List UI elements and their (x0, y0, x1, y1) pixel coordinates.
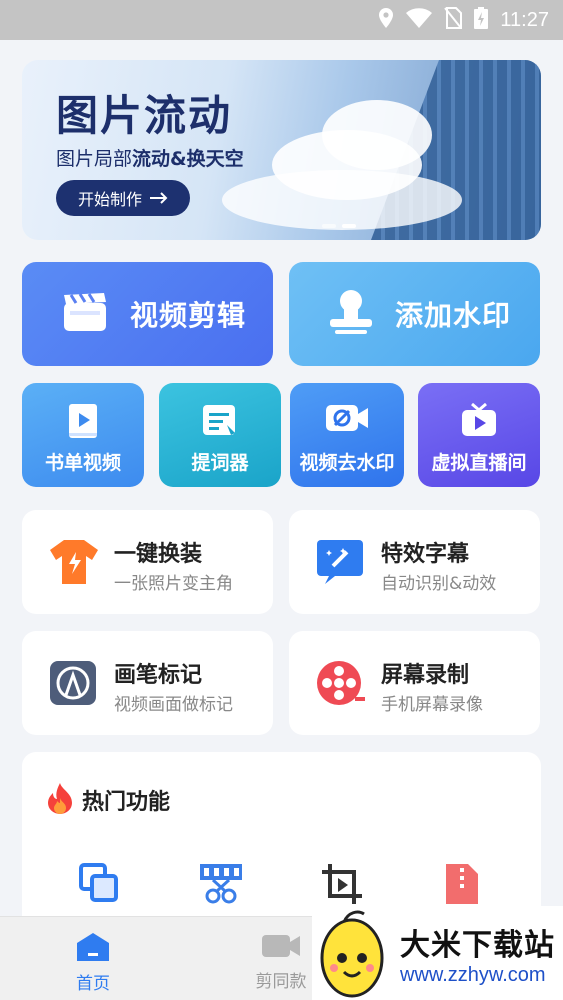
fire-icon (46, 782, 74, 818)
card-subtitle: 手机屏幕录像 (381, 695, 483, 715)
home-icon (77, 933, 109, 965)
add-watermark-button[interactable]: 添加水印 (289, 262, 540, 366)
virtual-live-button[interactable]: 虚拟直播间 (418, 383, 540, 487)
book-video-label: 书单视频 (44, 452, 121, 474)
banner-image-flow[interactable]: 图片流动 图片局部流动&换天空 开始制作 (22, 60, 541, 240)
tshirt-icon (48, 538, 100, 590)
hot-title: 热门功能 (82, 790, 171, 815)
merge-icon[interactable] (78, 862, 120, 908)
book-video-button[interactable]: 书单视频 (22, 383, 144, 487)
subtitle-effect-icon (315, 538, 365, 588)
watermark-url: www.zzhyw.com (400, 964, 546, 986)
banner-title: 图片流动 (56, 91, 233, 140)
video-cut-icon[interactable] (198, 862, 244, 910)
start-making-label: 开始制作 (77, 190, 142, 209)
tab-home[interactable]: 首页 (53, 933, 133, 994)
carousel-indicator (322, 224, 356, 228)
card-title: 一键换装 (114, 542, 203, 567)
teleprompter-label: 提词器 (191, 452, 249, 474)
mascot-logo-icon (314, 910, 392, 1000)
banner-subtitle: 图片局部流动&换天空 (56, 148, 244, 170)
card-title: 画笔标记 (114, 663, 203, 688)
start-making-button[interactable]: 开始制作 (56, 180, 190, 216)
video-edit-label: 视频剪辑 (130, 299, 247, 332)
card-title: 屏幕录制 (381, 663, 470, 688)
card-subtitle: 自动识别&动效 (381, 574, 497, 594)
no-sim-icon (444, 7, 463, 33)
site-watermark: 大米下载站 www.zzhyw.com (312, 906, 563, 1000)
stamp-icon (327, 289, 375, 339)
screen-record-card[interactable]: 屏幕录制 手机屏幕录像 (289, 631, 540, 735)
battery-charging-icon (474, 7, 489, 33)
tab-home-label: 首页 (76, 974, 110, 994)
arrow-right-icon (150, 189, 168, 208)
virtual-live-label: 虚拟直播间 (431, 452, 527, 474)
cloud-image (322, 100, 432, 170)
zip-icon[interactable] (442, 862, 482, 910)
video-camera-icon (261, 935, 301, 963)
clock: 11:27 (500, 8, 549, 31)
one-click-outfit-card[interactable]: 一键换装 一张照片变主角 (22, 510, 273, 614)
pen-mark-card[interactable]: 画笔标记 视频画面做标记 (22, 631, 273, 735)
card-subtitle: 一张照片变主角 (114, 574, 233, 594)
location-icon (378, 8, 394, 32)
remove-watermark-icon (325, 403, 369, 437)
add-watermark-label: 添加水印 (395, 299, 512, 332)
live-tv-icon (460, 402, 498, 443)
status-bar: 11:27 (0, 0, 563, 40)
card-subtitle: 视频画面做标记 (114, 695, 233, 715)
crop-icon[interactable] (320, 862, 364, 910)
wifi-icon (406, 8, 433, 32)
watermark-name: 大米下载站 (400, 928, 555, 963)
video-edit-button[interactable]: 视频剪辑 (22, 262, 273, 366)
tab-template-label: 剪同款 (255, 972, 307, 992)
remove-watermark-label: 视频去水印 (299, 452, 395, 474)
book-video-icon (66, 403, 100, 445)
card-title: 特效字幕 (381, 542, 470, 567)
teleprompter-icon (201, 403, 239, 443)
screen-record-icon (315, 659, 367, 711)
tab-template[interactable]: 剪同款 (241, 933, 321, 992)
effect-subtitle-card[interactable]: 特效字幕 自动识别&动效 (289, 510, 540, 614)
pen-mark-icon (48, 659, 98, 711)
clapperboard-icon (62, 291, 108, 337)
cloud-image (222, 170, 462, 230)
remove-watermark-button[interactable]: 视频去水印 (290, 383, 404, 487)
teleprompter-button[interactable]: 提词器 (159, 383, 281, 487)
